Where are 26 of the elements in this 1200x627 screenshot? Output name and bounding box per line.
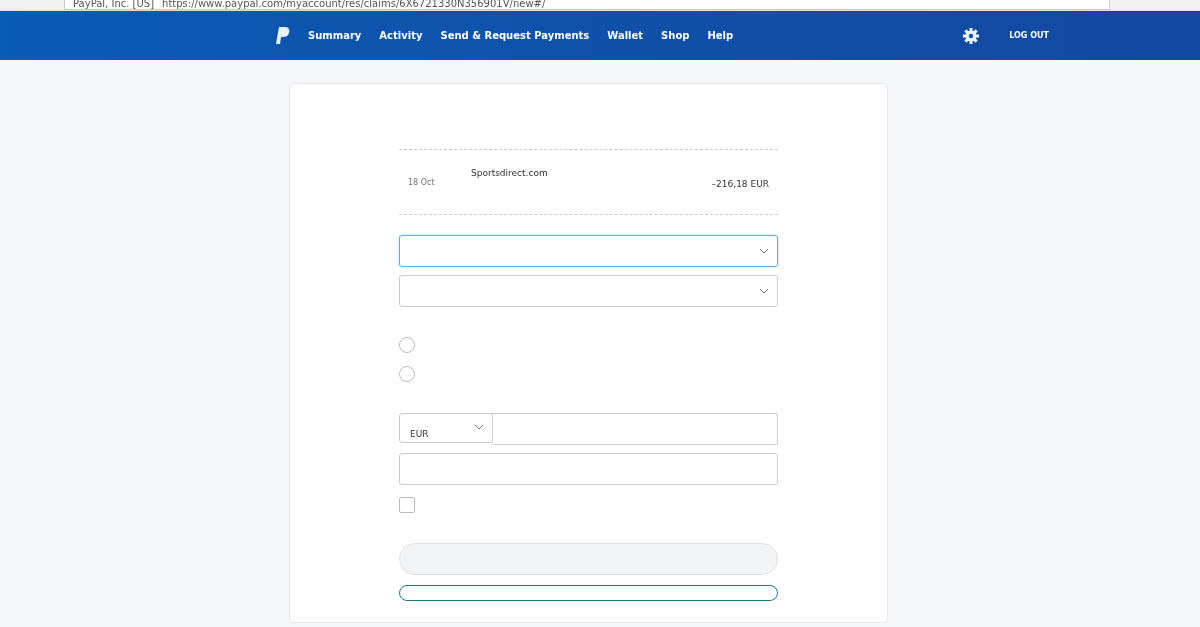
radio-button[interactable] — [399, 337, 415, 353]
text-field[interactable] — [399, 453, 778, 485]
dropdown-field[interactable] — [399, 275, 778, 307]
settings-icon[interactable] — [963, 27, 980, 44]
nav-link[interactable]: Help — [707, 30, 734, 41]
chevron-down-icon — [759, 288, 769, 294]
transaction-date: 18 Oct — [408, 177, 436, 187]
site-identity: PayPal, Inc. [US] — [73, 0, 155, 9]
nav-link[interactable]: Activity — [379, 30, 423, 41]
nav-link[interactable]: Summary — [308, 30, 362, 41]
nav-link[interactable]: Wallet — [607, 30, 644, 41]
dropdown-field[interactable] — [399, 235, 778, 267]
amount-field[interactable] — [493, 413, 778, 445]
nav-link[interactable]: Shop — [661, 30, 690, 41]
chevron-down-icon — [474, 423, 484, 430]
logout-link[interactable]: LOG OUT — [1009, 31, 1049, 40]
transaction-amount: –216,18 EUR — [711, 179, 769, 189]
submit-button[interactable] — [399, 543, 778, 575]
logo-icon[interactable] — [276, 27, 290, 44]
chevron-down-icon — [759, 248, 769, 254]
address-bar[interactable]: https://www.paypal.com/myaccount/res/claims/6X6721330N356901V/new#/ — [162, 0, 546, 9]
checkbox[interactable] — [399, 497, 415, 513]
merchant-name: Sportsdirect.com — [471, 168, 549, 180]
radio-button[interactable] — [399, 366, 415, 382]
currency-select[interactable]: EUR — [399, 413, 493, 443]
nav-link[interactable]: Send & Request Payments — [440, 30, 590, 41]
